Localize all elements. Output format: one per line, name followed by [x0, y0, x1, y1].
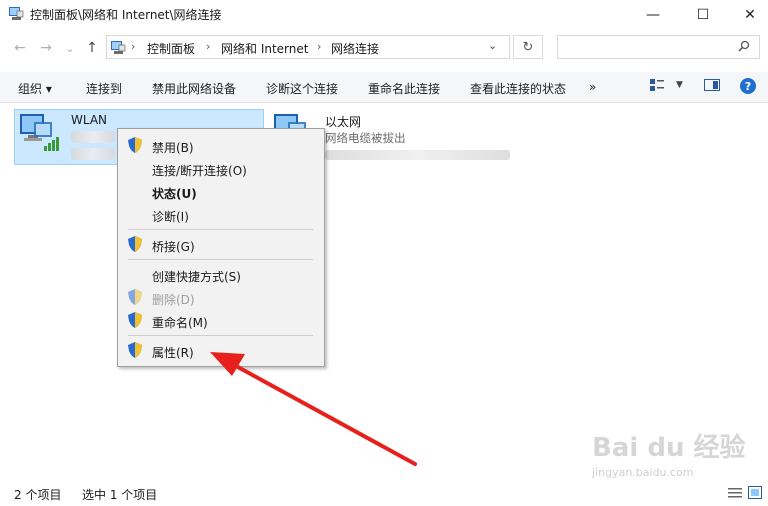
watermark-brand: Bai du 经验 [592, 432, 746, 463]
watermark-url: jingyan.baidu.com [591, 466, 694, 479]
baidu-jingyan-watermark: Bai du 经验 jingyan.baidu.com [591, 432, 746, 479]
large-icons-view-icon[interactable] [748, 486, 762, 499]
status-selected-count: 选中 1 个项目 [82, 488, 158, 502]
status-item-count: 2 个项目 [14, 488, 62, 502]
details-view-icon[interactable] [728, 487, 742, 499]
